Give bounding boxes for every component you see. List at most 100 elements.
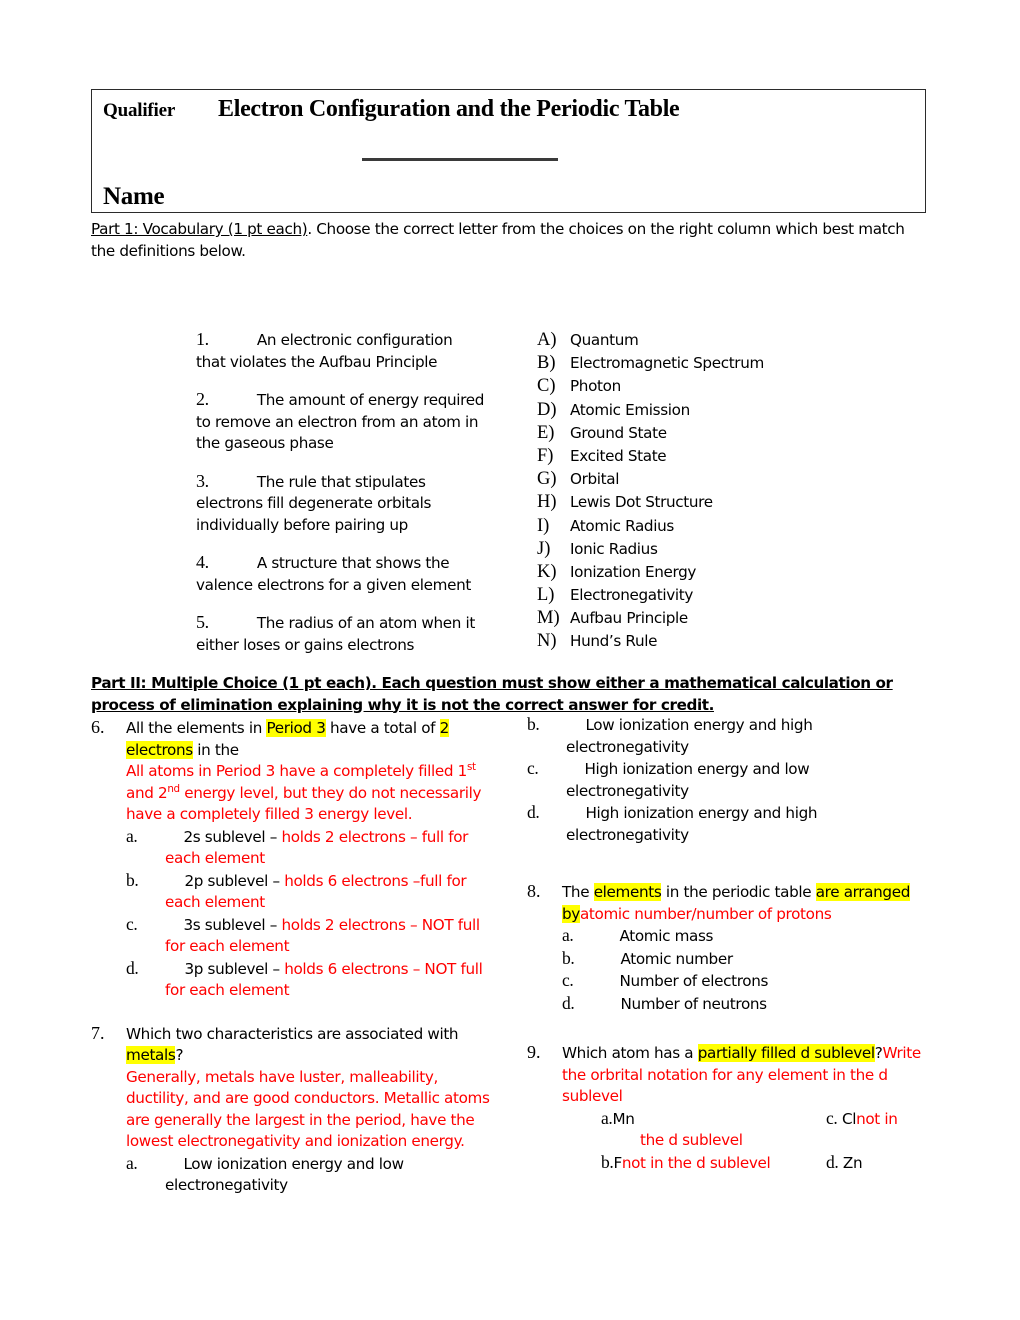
highlight-period-3: Period 3 xyxy=(266,719,326,737)
option-text: 3p sublevel – xyxy=(184,959,285,978)
option-a[interactable]: a. Low ionization energy and low electron… xyxy=(126,1153,491,1197)
vocab-choice-k[interactable]: K) Ionization Energy xyxy=(537,562,887,585)
annotation-part: and 2 xyxy=(126,783,168,802)
choice-letter: K) xyxy=(537,561,557,582)
option-b[interactable]: b. 2p sublevel – holds 6 electrons –full … xyxy=(126,870,491,914)
option-a[interactable]: a. Atomic mass xyxy=(562,925,932,948)
option-text: 3s sublevel – xyxy=(183,915,282,934)
option-text: Low ionization energy and high electrone… xyxy=(566,716,813,756)
question-6-options: a. 2s sublevel – holds 2 electrons – full… xyxy=(126,826,491,1002)
option-text: Number of neutrons xyxy=(620,994,767,1013)
option-b[interactable]: b.Fnot in the d sublevel xyxy=(601,1152,826,1175)
name-blank-line xyxy=(362,158,558,161)
vocab-choice-n[interactable]: N) Hund’s Rule xyxy=(537,631,887,654)
option-letter: b. xyxy=(601,1151,614,1172)
vocabulary-choices-list: A) Quantum B) Electromagnetic Spectrum C) P… xyxy=(537,330,887,655)
definition-number: 4. xyxy=(196,552,209,572)
stem-part: All the elements in xyxy=(126,719,267,737)
option-text: Atomic number xyxy=(620,949,733,968)
option-text: High ionization energy and high electron… xyxy=(566,804,818,844)
vocab-definition-3: 3. The rule that stipulates electrons fil… xyxy=(196,471,486,537)
option-c[interactable]: c. Clnot in xyxy=(826,1108,932,1131)
definition-number: 3. xyxy=(196,470,209,491)
choice-term: Ionic Radius xyxy=(570,539,658,558)
option-letter: a. xyxy=(126,825,138,846)
option-text: 2p sublevel – xyxy=(184,871,285,890)
page-title: Electron Configuration and the Periodic … xyxy=(218,96,680,122)
option-c[interactable]: c. 3s sublevel – holds 2 electrons – NOT … xyxy=(126,914,491,958)
choice-letter: B) xyxy=(537,353,556,374)
option-b[interactable]: b. Atomic number xyxy=(562,948,932,971)
annotation-part: All atoms in Period 3 have a completely … xyxy=(126,762,467,780)
choice-term: Lewis Dot Structure xyxy=(570,493,713,512)
choice-term: Ionization Energy xyxy=(570,562,697,581)
stem-part: in the xyxy=(192,740,239,759)
vocab-choice-g[interactable]: G) Orbital xyxy=(537,469,887,492)
vocab-choice-b[interactable]: B) Electromagnetic Spectrum xyxy=(537,353,887,376)
highlight-2: 2 xyxy=(439,719,449,737)
option-annotation: not in the d sublevel xyxy=(621,1153,771,1172)
question-7-options-right: b. Low ionization energy and high electro… xyxy=(527,714,932,846)
question-7-options-left: a. Low ionization energy and low electron… xyxy=(126,1153,491,1197)
option-a[interactable]: a. 2s sublevel – holds 2 electrons – full… xyxy=(126,826,491,870)
option-text: 2s sublevel – xyxy=(183,827,282,846)
option-letter: a. xyxy=(601,1107,613,1128)
question-8: 8. The elements in the periodic table ar… xyxy=(527,881,932,1016)
vocab-choice-j[interactable]: J) Ionic Radius xyxy=(537,539,887,562)
option-text: Mn xyxy=(612,1109,635,1128)
question-number: 9. xyxy=(527,1042,541,1062)
option-c[interactable]: c. Number of electrons xyxy=(562,970,932,993)
question-number: 6. xyxy=(91,717,105,737)
vocab-choice-h[interactable]: H) Lewis Dot Structure xyxy=(537,492,887,515)
option-text: F xyxy=(613,1153,622,1172)
definition-number: 1. xyxy=(196,329,209,349)
question-9: 9. Which atom has a partially filled d s… xyxy=(527,1042,932,1175)
question-9-row-1: a.Mn c. Clnot in xyxy=(601,1108,932,1131)
questions-column-left: 6. All the elements in Period 3 have a t… xyxy=(91,717,491,1211)
choice-term: Atomic Emission xyxy=(570,400,690,419)
stem-part: Which atom has a xyxy=(562,1044,698,1062)
option-b[interactable]: b. Low ionization energy and high electro… xyxy=(527,714,932,758)
choice-letter: N) xyxy=(537,631,557,652)
choice-letter: J) xyxy=(537,538,551,559)
option-d[interactable]: d. Zn xyxy=(826,1152,932,1175)
option-d[interactable]: d. Number of neutrons xyxy=(562,993,932,1016)
definition-text: An electronic configuration that violate… xyxy=(196,331,453,371)
option-text: Atomic mass xyxy=(619,927,714,945)
question-9-annotation-wrap: the d sublevel xyxy=(640,1131,743,1149)
worksheet-page: Qualifier Electron Configuration and the… xyxy=(0,0,1020,1320)
vocab-choice-m[interactable]: M) Aufbau Principle xyxy=(537,608,887,631)
option-a[interactable]: a.Mn xyxy=(601,1108,826,1131)
definition-number: 5. xyxy=(196,612,209,632)
choice-term: Quantum xyxy=(570,331,639,349)
questions-column-right: b. Low ionization energy and high electro… xyxy=(527,714,932,1188)
vocab-choice-c[interactable]: C) Photon xyxy=(537,376,887,399)
question-number: 8. xyxy=(527,881,541,901)
question-9-stem: Which atom has a partially filled d subl… xyxy=(562,1043,932,1108)
option-c[interactable]: c. High ionization energy and low electro… xyxy=(527,758,932,802)
choice-letter: M) xyxy=(537,608,560,629)
vocab-choice-l[interactable]: L) Electronegativity xyxy=(537,585,887,608)
vocab-choice-a[interactable]: A) Quantum xyxy=(537,330,887,353)
vocab-choice-f[interactable]: F) Excited State xyxy=(537,446,887,469)
option-letter: a. xyxy=(562,925,574,945)
highlight-elements: elements xyxy=(593,883,662,901)
option-d[interactable]: d. High ionization energy and high electr… xyxy=(527,802,932,846)
question-6-stem: All the elements in Period 3 have a tota… xyxy=(126,718,491,761)
vocab-choice-e[interactable]: E) Ground State xyxy=(537,423,887,446)
highlight-are-arranged: are arranged xyxy=(815,883,910,901)
question-7-annotation: Generally, metals have luster, malleabil… xyxy=(126,1067,490,1151)
vocab-choice-i[interactable]: I) Atomic Radius xyxy=(537,516,887,539)
choice-term: Electromagnetic Spectrum xyxy=(570,354,764,373)
choice-letter: E) xyxy=(537,422,555,443)
choice-letter: G) xyxy=(537,469,557,490)
choice-term: Orbital xyxy=(570,470,620,489)
option-letter: c. xyxy=(562,970,574,990)
vocab-choice-d[interactable]: D) Atomic Emission xyxy=(537,400,887,423)
choice-letter: H) xyxy=(537,492,557,513)
option-d[interactable]: d. 3p sublevel – holds 6 electrons – NOT … xyxy=(126,958,491,1002)
option-letter: c. xyxy=(126,913,138,934)
highlight-partially-filled-d-sublevel: partially filled d sublevel xyxy=(697,1044,875,1062)
choice-letter: C) xyxy=(537,376,556,397)
stem-part: ? xyxy=(175,1046,184,1064)
